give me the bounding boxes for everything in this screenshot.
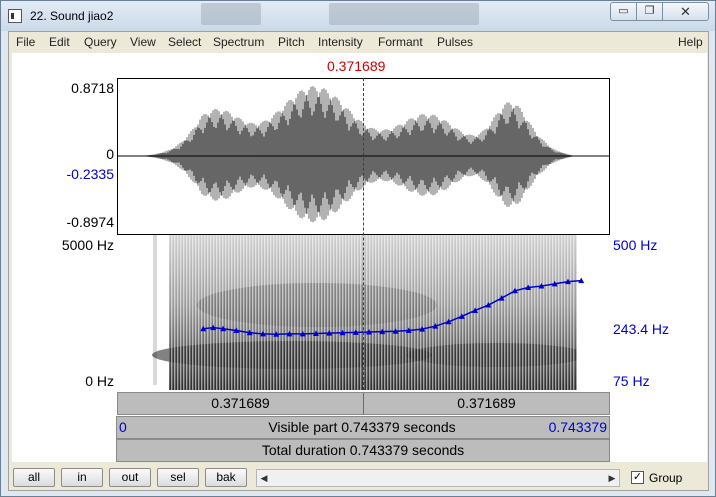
scroll-right-arrow-icon[interactable]: ▶ (605, 470, 619, 486)
waveform-cursor-value-label: -0.2335 (66, 166, 114, 182)
visible-part-label: Visible part 0.743379 seconds (268, 419, 456, 435)
visible-part-bar[interactable]: 0 Visible part 0.743379 seconds 0.743379 (116, 416, 610, 439)
maximize-button[interactable]: ❐ (637, 2, 663, 21)
visible-end-label: 0.743379 (548, 419, 607, 435)
spectrogram-freq-bottom-label: 0 Hz (85, 373, 114, 389)
total-duration-label: Total duration 0.743379 seconds (261, 442, 465, 458)
pitch-top-label: 500 Hz (613, 237, 658, 253)
menu-query[interactable]: Query (84, 35, 117, 49)
title-bar[interactable]: 22. Sound jiao2 ▭ ❐ ✕ (1, 1, 715, 31)
menu-view[interactable]: View (130, 35, 156, 49)
visible-start-label: 0 (119, 419, 127, 435)
menu-formant[interactable]: Formant (378, 35, 423, 49)
background-window-shadow-2 (329, 3, 479, 25)
group-checkbox[interactable]: ✓ (631, 471, 644, 484)
menu-help[interactable]: Help (678, 35, 703, 49)
waveform-ymin-label: -0.8974 (66, 214, 114, 230)
cursor-time-label: 0.371689 (327, 58, 386, 74)
waveform-zero-label: 0 (106, 146, 114, 162)
time-bar-right-segment[interactable]: 0.371689 (364, 393, 609, 414)
spectrogram-freq-top-label: 5000 Hz (61, 237, 114, 253)
selection-time-bar[interactable]: 0.371689 0.371689 (117, 392, 610, 415)
horizontal-scrollbar[interactable]: ◀ ▶ (256, 469, 620, 487)
menu-file[interactable]: File (16, 35, 35, 49)
app-icon (8, 9, 22, 23)
menu-spectrum[interactable]: Spectrum (213, 35, 264, 49)
trailing-silence (577, 235, 610, 390)
zoom-out-button[interactable]: out (109, 468, 151, 487)
pitch-bottom-label: 75 Hz (613, 373, 650, 389)
praat-sound-window: 22. Sound jiao2 ▭ ❐ ✕ File Edit Query Vi… (0, 0, 716, 497)
onset-burst (153, 235, 157, 385)
waveform-ymax-label: 0.8718 (71, 80, 114, 96)
zoom-selection-button[interactable]: sel (157, 468, 199, 487)
sound-editor: File Edit Query View Select Spectrum Pit… (8, 31, 709, 491)
pitch-cursor-value-label: 243.4 Hz (613, 321, 670, 337)
window-title: 22. Sound jiao2 (30, 9, 114, 23)
scroll-left-arrow-icon[interactable]: ◀ (257, 470, 271, 486)
minimize-button[interactable]: ▭ (610, 2, 637, 21)
menu-bar: File Edit Query View Select Spectrum Pit… (9, 32, 708, 52)
spectrogram-striations (169, 235, 577, 390)
total-duration-bar[interactable]: Total duration 0.743379 seconds (116, 439, 610, 462)
time-bar-left-segment[interactable]: 0.371689 (118, 393, 363, 414)
menu-pulses[interactable]: Pulses (437, 35, 473, 49)
close-button[interactable]: ✕ (663, 2, 709, 21)
zoom-in-button[interactable]: in (61, 468, 103, 487)
background-window-shadow (201, 3, 261, 25)
menu-select[interactable]: Select (168, 35, 201, 49)
editor-canvas[interactable]: 0.371689 0.8718 0 -0.2335 -0.8974 5000 H… (12, 53, 707, 462)
bottom-toolbar: all in out sel bak ◀ ▶ ✓ Group (9, 464, 708, 490)
group-checkbox-label: Group (649, 471, 683, 485)
menu-pitch[interactable]: Pitch (278, 35, 305, 49)
menu-intensity[interactable]: Intensity (318, 35, 363, 49)
all-button[interactable]: all (13, 468, 55, 487)
menu-edit[interactable]: Edit (49, 35, 70, 49)
zoom-back-button[interactable]: bak (205, 468, 247, 487)
cursor-line (363, 78, 364, 390)
